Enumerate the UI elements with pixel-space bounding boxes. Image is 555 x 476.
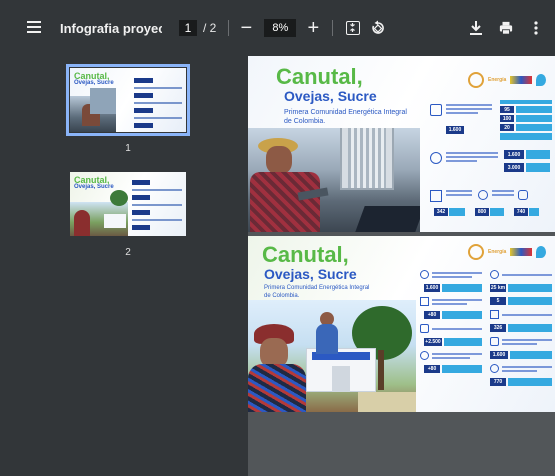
school-icon	[490, 364, 499, 373]
community-icon	[490, 337, 499, 346]
infographic-subtitle-location: Ovejas, Sucre	[284, 88, 377, 104]
pdf-page-1: Canutal, Ovejas, Sucre Primera Comunidad…	[248, 56, 555, 232]
drop-logo-icon	[536, 74, 547, 86]
pdf-toolbar: Infografia proyect... 1 / 2 − 8% +	[0, 0, 555, 56]
infographic-title: Canutal,	[262, 242, 349, 267]
drop-logo-icon	[536, 246, 547, 258]
factory-icon	[420, 297, 429, 306]
infographic-tagline: Primera Comunidad Energética Integral de…	[284, 109, 407, 125]
flag-logo-icon	[510, 76, 533, 84]
infographic-tagline: Primera Comunidad Energética Integral de…	[264, 285, 370, 299]
toolbar-divider	[332, 20, 334, 36]
infographic-photo-elder-man	[248, 128, 420, 232]
pdf-page-2: Canutal, Ovejas, Sucre Primera Comunidad…	[248, 236, 555, 412]
document-title: Infografia proyect...	[60, 20, 162, 36]
chart-icon	[420, 351, 429, 360]
building-icon	[430, 104, 442, 116]
infographic-stats: 1.600 95 100 20 1.600 3.000 342 800 740	[426, 100, 552, 230]
thumbnail-page-number: 1	[125, 143, 131, 154]
flag-logo-icon	[510, 248, 533, 256]
infographic-title: Canutal,	[276, 64, 363, 89]
fit-page-icon[interactable]	[346, 21, 361, 35]
infographic-stats: 1.600 +80 +2.500 +80 25 km 5 326 1.600 7…	[420, 270, 554, 410]
infographic-subtitle-location: Ovejas, Sucre	[264, 266, 357, 282]
road-icon	[490, 270, 499, 279]
zoom-in-button[interactable]: +	[306, 17, 320, 40]
zoom-out-button[interactable]: −	[239, 18, 253, 38]
toolbar-divider	[228, 20, 230, 36]
thumbnail-sidebar: Canutal, Ovejas, Sucre 1 Canutal, Ovejas…	[0, 56, 248, 476]
thumbnail-image: Canutal, Ovejas, Sucre	[70, 172, 186, 236]
page-thumbnail-2[interactable]: Canutal, Ovejas, Sucre 2	[70, 172, 186, 258]
zoom-level-input[interactable]: 8%	[264, 19, 297, 37]
tree-icon	[478, 190, 488, 200]
water-icon	[430, 152, 442, 164]
download-icon[interactable]	[469, 20, 483, 36]
menu-icon[interactable]	[27, 21, 47, 35]
hand-icon	[518, 190, 528, 200]
lamp-icon	[430, 190, 442, 202]
rotate-icon[interactable]	[370, 20, 386, 36]
energia-logo-icon	[468, 244, 484, 260]
house-icon	[490, 310, 499, 319]
page-thumbnail-1[interactable]: Canutal, Ovejas, Sucre 1	[66, 64, 190, 154]
people-icon	[420, 270, 429, 279]
document-viewer[interactable]: Canutal, Ovejas, Sucre Primera Comunidad…	[248, 56, 555, 476]
partner-logos: Energía	[468, 72, 547, 88]
more-vert-icon[interactable]	[529, 20, 543, 36]
print-icon[interactable]	[499, 20, 513, 36]
partner-logos: Energía	[468, 244, 547, 260]
infographic-photo-community	[248, 300, 416, 412]
thumbnail-page-number: 2	[125, 247, 131, 258]
right-toolbar-group	[453, 0, 543, 56]
energia-logo-icon	[468, 72, 484, 88]
page-count: / 2	[203, 21, 217, 35]
current-page-input[interactable]: 1	[179, 20, 197, 36]
bolt-icon	[420, 324, 429, 333]
thumbnail-image: Canutal, Ovejas, Sucre	[66, 64, 190, 136]
